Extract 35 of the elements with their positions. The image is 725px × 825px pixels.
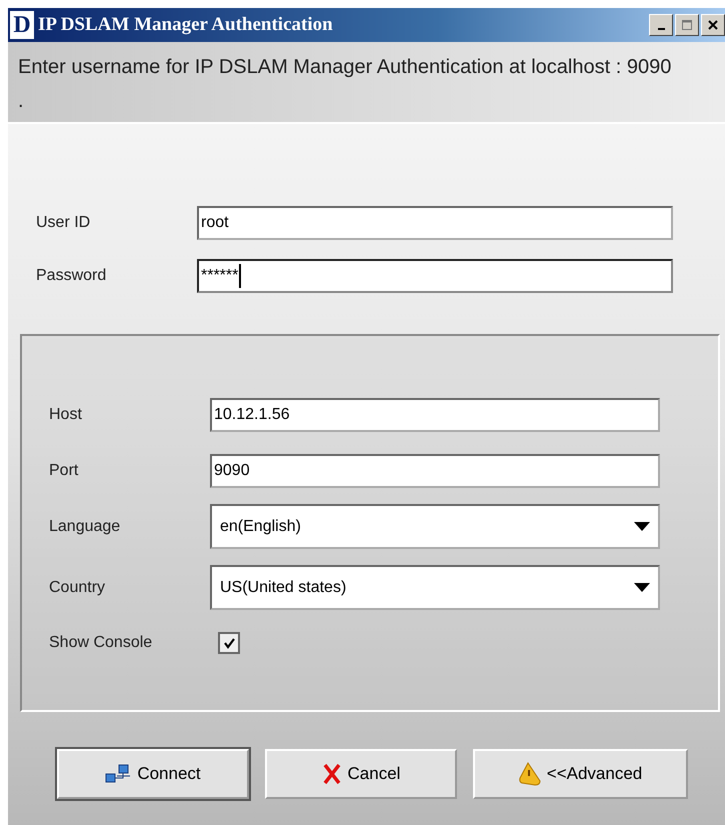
text-cursor <box>239 264 242 288</box>
dialog-button[interactable]: <<Advanced <box>473 749 688 799</box>
text-field[interactable]: 9090 <box>210 454 660 488</box>
dropdown[interactable]: en(English) <box>210 504 660 549</box>
app-logo: D <box>10 11 34 39</box>
dropdown-arrow-icon <box>634 583 650 592</box>
maximize-icon <box>682 20 692 30</box>
prompt-message: Enter username for IP DSLAM Manager Authentication at localhost : 9090 . <box>18 55 672 114</box>
close-icon <box>322 763 342 785</box>
warning-icon <box>518 762 541 786</box>
maximize-button[interactable] <box>675 14 699 36</box>
checkbox[interactable] <box>218 632 240 654</box>
check-icon <box>223 637 235 649</box>
field-label: User ID <box>36 214 92 232</box>
field-label: Password <box>36 267 108 285</box>
text-field[interactable]: ****** <box>197 259 673 293</box>
text-field[interactable]: 10.12.1.56 <box>210 398 660 432</box>
text-field[interactable]: root <box>197 206 673 240</box>
field-label: Host <box>49 406 83 424</box>
dropdown[interactable]: US(United states) <box>210 565 660 610</box>
close-button[interactable] <box>701 14 725 36</box>
dropdown-arrow-icon <box>634 522 650 531</box>
close-icon <box>708 20 718 30</box>
dialog-button[interactable]: Connect <box>57 749 249 799</box>
minimize-button[interactable] <box>649 14 673 36</box>
dialog-button[interactable]: Cancel <box>265 749 457 799</box>
field-value: ****** <box>201 267 238 285</box>
field-label: Port <box>49 462 80 480</box>
field-value: root <box>201 214 229 232</box>
field-label: Language <box>49 518 122 536</box>
field-label: Country <box>49 578 106 596</box>
minimize-icon <box>658 28 664 30</box>
field-label: Show Console <box>49 634 154 652</box>
network-icon <box>105 764 132 784</box>
window-title: IP DSLAM Manager Authentication <box>38 14 334 36</box>
